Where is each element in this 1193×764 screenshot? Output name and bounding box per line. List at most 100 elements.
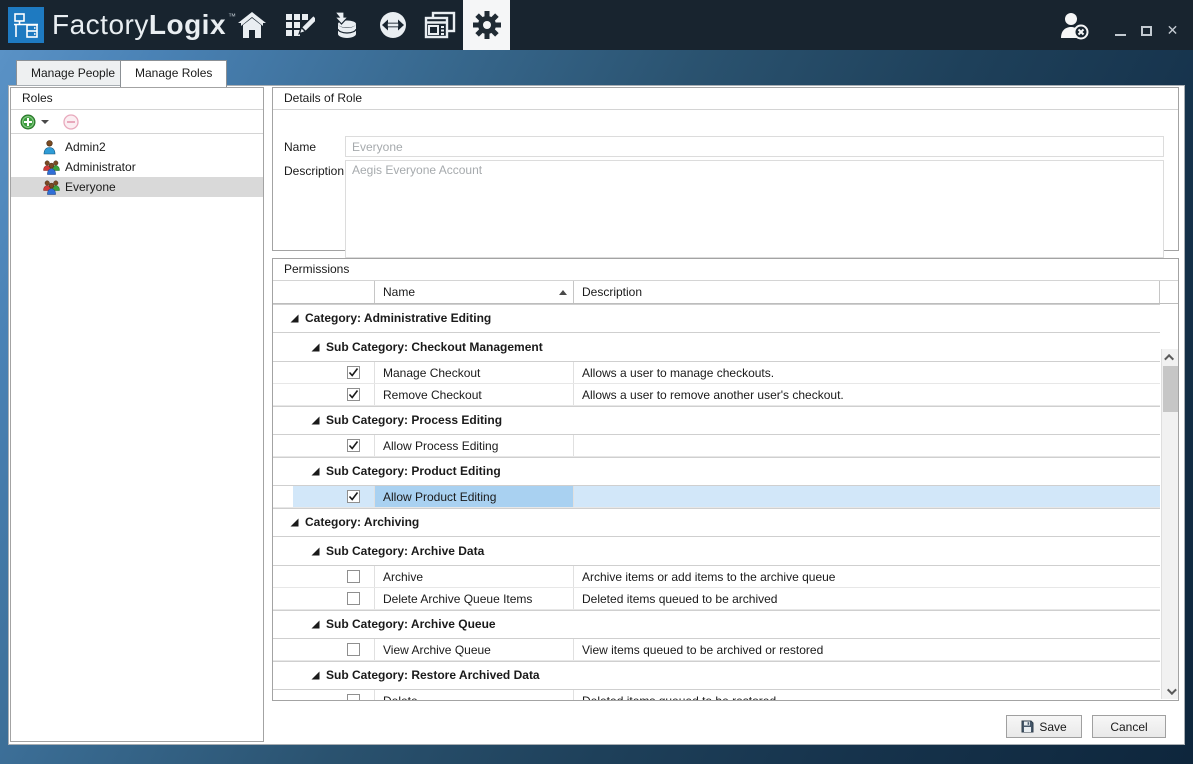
- permission-checkbox-cell: [293, 639, 375, 660]
- user-disconnected-icon[interactable]: [1058, 12, 1092, 43]
- collapse-expander-icon[interactable]: [311, 671, 320, 680]
- permission-checkbox-cell: [293, 435, 375, 456]
- collapse-expander-icon[interactable]: [311, 547, 320, 556]
- permission-group-row[interactable]: Sub Category: Archive Data: [273, 537, 1160, 566]
- description-label: Description: [284, 164, 344, 178]
- permission-description-cell: Deleted items queued to be archived: [574, 588, 1160, 609]
- permission-checkbox-cell: [293, 362, 375, 383]
- app-window: FactoryLogix™: [0, 0, 1193, 764]
- permission-group-row[interactable]: Category: Administrative Editing: [273, 304, 1160, 333]
- permission-description-cell: [574, 486, 1160, 507]
- permission-checkbox-cell: [293, 384, 375, 405]
- permission-group-row[interactable]: Sub Category: Product Editing: [273, 457, 1160, 486]
- collapse-expander-icon[interactable]: [311, 620, 320, 629]
- tab-manage-roles[interactable]: Manage Roles: [120, 60, 227, 87]
- row-indent: [273, 639, 293, 660]
- roles-panel-title: Roles: [11, 88, 263, 110]
- permission-row[interactable]: Allow Product Editing: [273, 486, 1160, 508]
- permission-name-cell: Archive: [375, 566, 574, 587]
- permission-row[interactable]: Manage Checkout Allows a user to manage …: [273, 362, 1160, 384]
- maximize-button[interactable]: [1140, 24, 1153, 37]
- permission-row[interactable]: Archive Archive items or add items to th…: [273, 566, 1160, 588]
- permission-group-row[interactable]: Category: Archiving: [273, 508, 1160, 537]
- collapse-expander-icon[interactable]: [311, 343, 320, 352]
- permission-name-cell: View Archive Queue: [375, 639, 574, 660]
- role-description-field[interactable]: Aegis Everyone Account: [345, 160, 1164, 258]
- permission-group-row[interactable]: Sub Category: Restore Archived Data: [273, 661, 1160, 690]
- permissions-rows: Category: Administrative Editing Sub Cat…: [273, 304, 1160, 700]
- row-indent: [273, 486, 293, 507]
- column-header-name-label: Name: [383, 285, 415, 299]
- permission-checkbox-cell: [293, 486, 375, 507]
- home-icon[interactable]: [228, 0, 275, 50]
- add-role-dropdown-caret[interactable]: [41, 120, 49, 124]
- permission-name-cell: Allow Product Editing: [375, 486, 574, 507]
- checkmark-icon: [348, 367, 359, 378]
- group-label: Sub Category: Product Editing: [326, 458, 501, 485]
- role-list-item[interactable]: Everyone: [11, 177, 263, 197]
- collapse-expander-icon[interactable]: [311, 467, 320, 476]
- minimize-button[interactable]: [1114, 24, 1127, 37]
- collapse-expander-icon[interactable]: [290, 518, 299, 527]
- permission-name-cell: Delete: [375, 690, 574, 700]
- permission-checkbox[interactable]: [347, 366, 360, 379]
- permission-checkbox[interactable]: [347, 570, 360, 583]
- content-area: Roles: [8, 85, 1185, 745]
- tab-manage-people[interactable]: Manage People: [16, 60, 130, 85]
- permission-row[interactable]: Allow Process Editing: [273, 435, 1160, 457]
- collapse-expander-icon[interactable]: [311, 416, 320, 425]
- permission-group-row[interactable]: Sub Category: Archive Queue: [273, 610, 1160, 639]
- permission-checkbox[interactable]: [347, 439, 360, 452]
- collapse-expander-icon[interactable]: [290, 314, 299, 323]
- roles-list: Admin2 Administrator: [11, 134, 263, 197]
- close-button[interactable]: ✕: [1166, 24, 1179, 37]
- documents-icon[interactable]: [416, 0, 463, 50]
- permission-row[interactable]: Remove Checkout Allows a user to remove …: [273, 384, 1160, 406]
- scrollbar-thumb[interactable]: [1163, 366, 1178, 412]
- permission-checkbox[interactable]: [347, 694, 360, 700]
- name-label: Name: [284, 140, 316, 154]
- scrollbar-down-arrow-icon[interactable]: [1162, 683, 1178, 699]
- checkmark-icon: [348, 389, 359, 400]
- permission-checkbox[interactable]: [347, 643, 360, 656]
- permission-row[interactable]: Delete Archive Queue Items Deleted items…: [273, 588, 1160, 610]
- permission-checkbox[interactable]: [347, 388, 360, 401]
- details-panel-title: Details of Role: [273, 88, 1178, 110]
- permission-row[interactable]: Delete Deleted items queued to be restor…: [273, 690, 1160, 700]
- column-header-name[interactable]: Name: [375, 281, 574, 303]
- database-import-icon[interactable]: [322, 0, 369, 50]
- save-button[interactable]: Save: [1006, 715, 1082, 738]
- sync-icon[interactable]: [369, 0, 416, 50]
- npi-grid-pencil-icon[interactable]: [275, 0, 322, 50]
- permission-checkbox-cell: [293, 588, 375, 609]
- add-role-button[interactable]: [20, 114, 49, 130]
- column-header-checkbox[interactable]: [273, 281, 375, 303]
- permission-description-cell: Allows a user to remove another user's c…: [574, 384, 1160, 405]
- group-label: Sub Category: Process Editing: [326, 407, 502, 434]
- vertical-scrollbar[interactable]: [1161, 349, 1178, 699]
- permission-row[interactable]: View Archive Queue View items queued to …: [273, 639, 1160, 661]
- column-header-description[interactable]: Description: [574, 281, 1160, 303]
- permission-group-row[interactable]: Sub Category: Checkout Management: [273, 333, 1160, 362]
- settings-gear-icon[interactable]: [463, 0, 510, 50]
- role-list-item[interactable]: Admin2: [11, 137, 263, 157]
- permission-group-row[interactable]: Sub Category: Process Editing: [273, 406, 1160, 435]
- role-name-field[interactable]: [345, 136, 1164, 157]
- remove-role-button[interactable]: [63, 114, 79, 130]
- cancel-button[interactable]: Cancel: [1092, 715, 1166, 738]
- role-list-item[interactable]: Administrator: [11, 157, 263, 177]
- scrollbar-up-arrow-icon[interactable]: [1162, 349, 1178, 365]
- role-type-icon: [43, 160, 60, 175]
- brand-title: FactoryLogix™: [52, 8, 237, 42]
- sort-ascending-icon: [559, 290, 567, 295]
- details-of-role-panel: Details of Role Name Description Aegis E…: [272, 87, 1179, 251]
- main-navigation: [228, 0, 510, 50]
- permissions-panel-title: Permissions: [273, 259, 1178, 281]
- save-floppy-icon: [1021, 720, 1034, 733]
- role-type-icon: [43, 180, 60, 195]
- permission-checkbox[interactable]: [347, 592, 360, 605]
- permission-checkbox[interactable]: [347, 490, 360, 503]
- checkmark-icon: [348, 491, 359, 502]
- group-label: Category: Archiving: [305, 509, 419, 536]
- permission-name-cell: Allow Process Editing: [375, 435, 574, 456]
